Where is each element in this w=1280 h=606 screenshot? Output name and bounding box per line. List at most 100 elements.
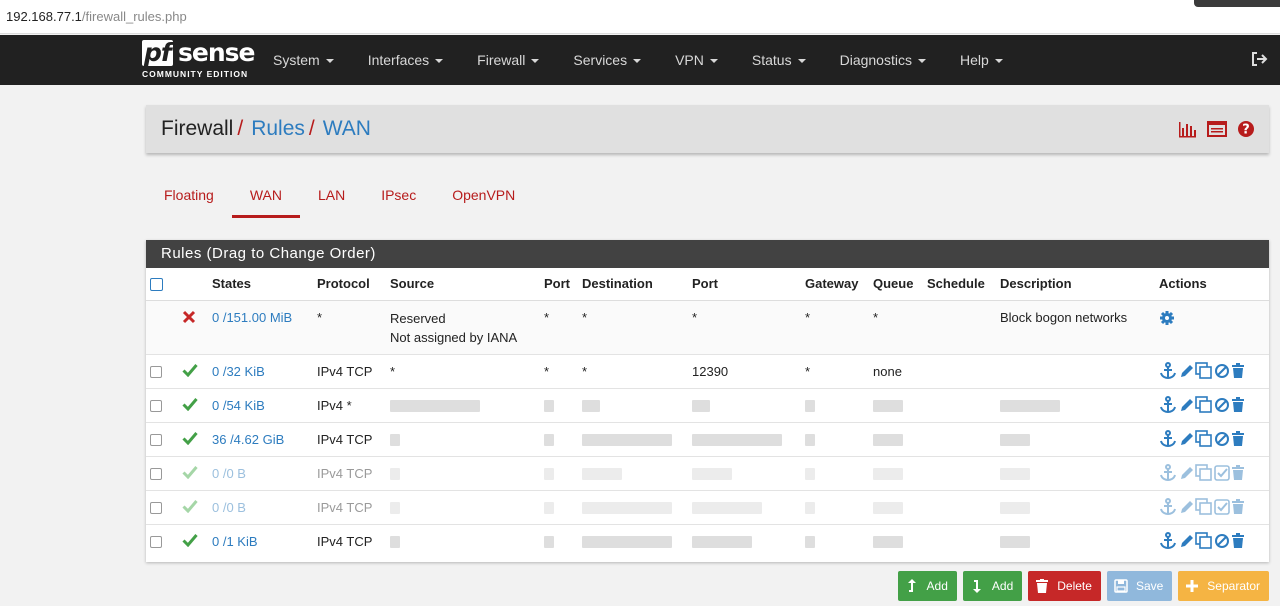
menu-help[interactable]: Help bbox=[943, 35, 1020, 85]
row-checkbox[interactable] bbox=[150, 502, 162, 515]
delete-button[interactable]: Delete bbox=[1028, 571, 1101, 601]
copy-icon[interactable] bbox=[1195, 362, 1213, 380]
enable-check-square-icon[interactable] bbox=[1214, 499, 1230, 515]
add-rule-bottom-button[interactable]: Add bbox=[962, 571, 1023, 601]
menu-services[interactable]: Services bbox=[556, 35, 658, 85]
trash-icon[interactable] bbox=[1231, 533, 1245, 549]
copy-icon[interactable] bbox=[1195, 430, 1213, 448]
redacted-value bbox=[805, 434, 815, 447]
breadcrumb-icons: ? bbox=[1177, 120, 1257, 138]
port-cell bbox=[540, 421, 578, 456]
url-text[interactable]: 192.168.77.1/firewall_rules.php bbox=[6, 9, 187, 24]
anchor-icon[interactable] bbox=[1159, 396, 1177, 414]
pencil-icon[interactable] bbox=[1178, 532, 1194, 550]
gear-icon[interactable] bbox=[1159, 310, 1175, 329]
pencil-icon[interactable] bbox=[1178, 464, 1194, 482]
row-checkbox[interactable] bbox=[150, 434, 162, 447]
table-row[interactable]: 0 /0 B IPv4 TCP bbox=[146, 489, 1269, 524]
pass-check-icon[interactable] bbox=[178, 489, 208, 524]
table-row[interactable]: 36 /4.62 GiB IPv4 TCP bbox=[146, 421, 1269, 456]
caret-down-icon bbox=[797, 59, 806, 64]
pass-check-icon[interactable] bbox=[178, 523, 208, 558]
pencil-icon[interactable] bbox=[1178, 362, 1194, 380]
row-select-cell bbox=[146, 353, 178, 388]
table-row[interactable]: 0 /0 B IPv4 TCP bbox=[146, 455, 1269, 490]
destination-cell bbox=[578, 421, 688, 456]
table-row[interactable]: 0 /1 KiB IPv4 TCP bbox=[146, 523, 1269, 558]
anchor-icon[interactable] bbox=[1159, 498, 1177, 516]
pass-check-icon[interactable] bbox=[178, 455, 208, 490]
pass-check-icon[interactable] bbox=[178, 387, 208, 422]
table-list-icon[interactable] bbox=[1207, 120, 1227, 138]
breadcrumb-separator: / bbox=[308, 117, 315, 140]
select-all-header[interactable] bbox=[146, 268, 178, 301]
select-all-checkbox[interactable] bbox=[150, 278, 163, 292]
copy-icon[interactable] bbox=[1195, 532, 1213, 550]
enable-check-square-icon[interactable] bbox=[1214, 465, 1230, 481]
tab-wan[interactable]: WAN bbox=[231, 178, 301, 218]
row-checkbox[interactable] bbox=[150, 536, 162, 549]
disable-ban-icon[interactable] bbox=[1214, 533, 1230, 549]
redacted-value bbox=[390, 536, 400, 549]
tab-ipsec[interactable]: IPsec bbox=[363, 178, 434, 218]
menu-firewall[interactable]: Firewall bbox=[460, 35, 556, 85]
breadcrumb-rules[interactable]: Rules bbox=[251, 117, 305, 140]
table-row[interactable]: 0 /54 KiB IPv4 * bbox=[146, 387, 1269, 422]
states-link[interactable]: 0 /0 B bbox=[208, 455, 313, 490]
redacted-value bbox=[692, 400, 710, 413]
trash-icon[interactable] bbox=[1231, 499, 1245, 515]
save-button[interactable]: Save bbox=[1106, 571, 1173, 601]
redacted-value bbox=[582, 536, 672, 549]
anchor-icon[interactable] bbox=[1159, 430, 1177, 448]
disable-ban-icon[interactable] bbox=[1214, 363, 1230, 379]
states-link[interactable]: 0 /0 B bbox=[208, 489, 313, 524]
row-checkbox[interactable] bbox=[150, 400, 162, 413]
chart-bar-icon[interactable] bbox=[1177, 120, 1197, 138]
row-checkbox[interactable] bbox=[150, 468, 162, 481]
anchor-icon[interactable] bbox=[1159, 532, 1177, 550]
add-rule-top-button[interactable]: Add bbox=[897, 571, 957, 601]
states-link[interactable]: 0 /54 KiB bbox=[208, 387, 313, 422]
tab-floating[interactable]: Floating bbox=[146, 178, 232, 218]
copy-icon[interactable] bbox=[1195, 464, 1213, 482]
redacted-value bbox=[1000, 400, 1060, 413]
pfsense-logo[interactable]: pf sense COMMUNITY EDITION bbox=[140, 40, 255, 82]
states-link[interactable]: 36 /4.62 GiB bbox=[208, 421, 313, 456]
tab-openvpn[interactable]: OpenVPN bbox=[434, 178, 533, 218]
pass-check-icon[interactable] bbox=[178, 353, 208, 388]
question-circle-icon[interactable]: ? bbox=[1237, 120, 1257, 138]
pass-check-icon[interactable] bbox=[178, 421, 208, 456]
anchor-icon[interactable] bbox=[1159, 362, 1177, 380]
states-link[interactable]: 0 /1 KiB bbox=[208, 523, 313, 558]
redacted-value bbox=[582, 400, 600, 413]
pencil-icon[interactable] bbox=[1178, 430, 1194, 448]
menu-system[interactable]: System bbox=[256, 35, 351, 85]
copy-icon[interactable] bbox=[1195, 498, 1213, 516]
menu-status[interactable]: Status bbox=[735, 35, 823, 85]
menu-vpn[interactable]: VPN bbox=[658, 35, 735, 85]
disable-ban-icon[interactable] bbox=[1214, 431, 1230, 447]
menu-interfaces[interactable]: Interfaces bbox=[351, 35, 460, 85]
trash-icon[interactable] bbox=[1231, 363, 1245, 379]
tab-lan[interactable]: LAN bbox=[300, 178, 363, 218]
trash-icon[interactable] bbox=[1231, 465, 1245, 481]
pencil-icon[interactable] bbox=[1178, 396, 1194, 414]
row-checkbox[interactable] bbox=[150, 366, 162, 379]
separator-button[interactable]: Separator bbox=[1178, 571, 1269, 601]
trash-icon[interactable] bbox=[1231, 431, 1245, 447]
anchor-icon[interactable] bbox=[1159, 464, 1177, 482]
pencil-icon[interactable] bbox=[1178, 498, 1194, 516]
trash-icon[interactable] bbox=[1231, 397, 1245, 413]
states-link[interactable]: 0 /151.00 MiB bbox=[208, 300, 313, 354]
source-cell: * bbox=[386, 353, 540, 388]
redacted-value bbox=[873, 468, 903, 481]
browser-address-bar[interactable]: 192.168.77.1/firewall_rules.php bbox=[0, 0, 1280, 34]
redacted-value bbox=[390, 434, 400, 447]
table-row[interactable]: 0 /32 KiB IPv4 TCP * * * 12390 * none bbox=[146, 353, 1269, 388]
disable-ban-icon[interactable] bbox=[1214, 397, 1230, 413]
breadcrumb-wan[interactable]: WAN bbox=[323, 117, 371, 140]
states-link[interactable]: 0 /32 KiB bbox=[208, 353, 313, 388]
menu-diagnostics[interactable]: Diagnostics bbox=[823, 35, 943, 85]
sign-out-icon[interactable] bbox=[1250, 50, 1268, 68]
copy-icon[interactable] bbox=[1195, 396, 1213, 414]
